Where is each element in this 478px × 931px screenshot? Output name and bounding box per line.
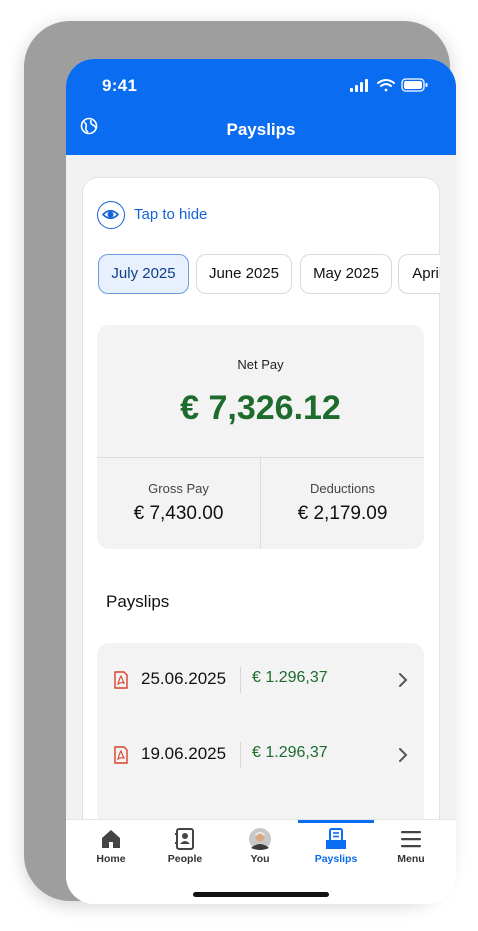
pdf-icon bbox=[114, 671, 128, 689]
tab-people[interactable]: People bbox=[147, 820, 223, 880]
signal-icon bbox=[350, 79, 368, 92]
tab-menu[interactable]: Menu bbox=[373, 820, 449, 880]
tab-you[interactable]: You bbox=[222, 820, 298, 880]
divider bbox=[240, 667, 241, 693]
deductions-value: € 2,179.09 bbox=[297, 503, 388, 524]
visibility-toggle-button[interactable] bbox=[97, 201, 125, 229]
app-screen: 9:41 Payslips Tap to hide July 2025 June… bbox=[66, 59, 456, 904]
payslip-amount: € 1.296,37 bbox=[252, 744, 328, 761]
battery-icon bbox=[401, 78, 428, 92]
avatar bbox=[249, 828, 271, 850]
wifi-icon bbox=[377, 79, 395, 92]
payslip-row[interactable]: 25.06.2025 € 1.296,37 bbox=[97, 657, 424, 705]
phone-frame: 9:41 Payslips Tap to hide July 2025 June… bbox=[24, 21, 456, 904]
payslip-date: 25.06.2025 bbox=[141, 669, 227, 688]
pdf-icon bbox=[114, 746, 128, 764]
contacts-book-icon bbox=[175, 828, 194, 850]
status-time: 9:41 bbox=[102, 76, 138, 95]
month-chip[interactable]: April 2025 bbox=[398, 254, 440, 294]
home-icon bbox=[102, 830, 120, 848]
month-selector: July 2025 June 2025 May 2025 April 2025 bbox=[98, 254, 440, 294]
tab-payslips[interactable]: Payslips bbox=[298, 820, 374, 880]
status-icons bbox=[350, 78, 428, 92]
pay-summary: Net Pay € 7,326.12 Gross Pay € 7,430.00 … bbox=[97, 325, 424, 549]
top-bar: 9:41 Payslips bbox=[66, 59, 456, 155]
tap-to-hide-link[interactable]: Tap to hide bbox=[134, 206, 207, 223]
month-chip[interactable]: May 2025 bbox=[300, 254, 392, 294]
tab-label: Home bbox=[96, 853, 126, 865]
page-title: Payslips bbox=[226, 120, 296, 139]
tab-home[interactable]: Home bbox=[73, 820, 149, 880]
tab-label: Payslips bbox=[314, 853, 358, 865]
tab-label: Menu bbox=[397, 853, 425, 865]
divider bbox=[240, 742, 241, 768]
menu-icon bbox=[401, 831, 421, 848]
chevron-right-icon bbox=[399, 673, 408, 687]
net-pay-label: Net Pay bbox=[237, 357, 284, 372]
payslip-row[interactable]: 19.06.2025 € 1.296,37 bbox=[97, 732, 424, 780]
payslips-icon bbox=[326, 828, 346, 849]
payslip-amount: € 1.296,37 bbox=[252, 669, 328, 686]
eye-icon bbox=[101, 209, 120, 220]
tab-label: You bbox=[250, 853, 270, 865]
month-chip[interactable]: July 2025 bbox=[98, 254, 189, 294]
gross-pay-label: Gross Pay bbox=[148, 481, 209, 496]
payslip-date: 19.06.2025 bbox=[141, 744, 227, 763]
home-indicator bbox=[193, 892, 329, 897]
payslips-heading: Payslips bbox=[106, 592, 170, 611]
tab-label: People bbox=[167, 853, 203, 865]
gross-pay-value: € 7,430.00 bbox=[133, 503, 224, 524]
chevron-right-icon bbox=[399, 748, 408, 762]
deductions-label: Deductions bbox=[309, 481, 376, 496]
bottom-tab-bar: Home People You Payslips Menu bbox=[66, 819, 456, 904]
month-chip[interactable]: June 2025 bbox=[196, 254, 292, 294]
net-pay-value: € 7,326.12 bbox=[180, 389, 341, 427]
